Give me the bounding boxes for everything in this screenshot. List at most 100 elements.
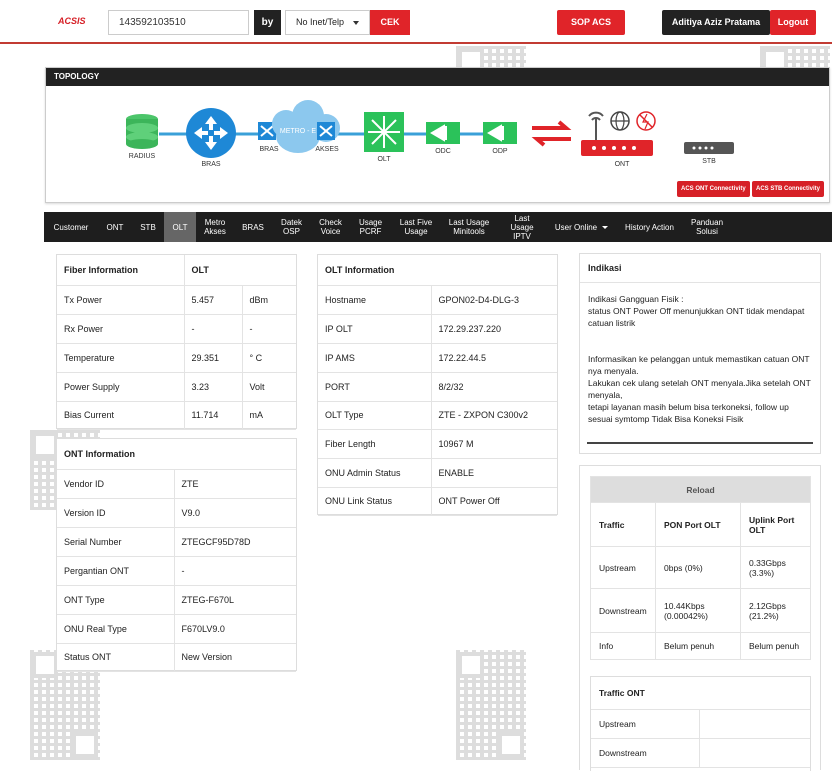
cell: Downstream — [590, 588, 656, 633]
cell: 0.33Gbps (3.3%) — [740, 546, 811, 589]
cell: 10.44Kbps (0.00042%) — [655, 588, 741, 633]
tab-check-voice[interactable]: Check Voice — [311, 212, 350, 242]
cell: PORT — [318, 372, 431, 402]
table-row: IP OLT 172.29.237.220 — [318, 314, 557, 344]
tab-label: BRAS — [242, 222, 264, 232]
search-input[interactable] — [108, 10, 249, 35]
indikasi-line: Lakukan cek ulang setelah ONT menyala.Ji… — [588, 378, 811, 400]
table-row: IP AMS 172.22.44.5 — [318, 343, 557, 373]
tab-label: OLT — [172, 222, 188, 232]
ont-connectivity-button[interactable]: ACS ONT Connectivity — [677, 181, 750, 197]
topology-svg — [126, 100, 734, 158]
tab-customer[interactable]: Customer — [44, 212, 98, 242]
header-cell: Traffic — [590, 502, 656, 547]
divider — [587, 442, 813, 444]
cell: Rx Power — [57, 314, 184, 344]
tab-label: Customer — [53, 222, 89, 232]
cell: 172.22.44.5 — [430, 343, 557, 373]
table-row: Status ONT New Version — [57, 643, 296, 672]
search-type-select[interactable]: No Inet/Telp — [285, 10, 370, 35]
header-cell: OLT — [183, 255, 296, 286]
cell: Temperature — [57, 343, 184, 373]
tab-olt[interactable]: OLT — [164, 212, 196, 242]
tab-datek-osp[interactable]: Datek OSP — [272, 212, 311, 242]
tab-label: Last Five Usage — [399, 218, 433, 236]
cell: New Version — [173, 643, 296, 672]
cell: ONU Link Status — [318, 487, 431, 516]
header-cell: Traffic ONT — [591, 677, 810, 710]
cell: F670LV9.0 — [173, 614, 296, 644]
indikasi-line — [588, 329, 812, 341]
header-cell: ONT Information — [57, 439, 296, 470]
top-bar: ACSIS by No Inet/Telp CEK SOP ACS Aditiy… — [0, 0, 832, 44]
tab-last-five-usage[interactable]: Last Five Usage — [391, 212, 441, 242]
cell: ONT Power Off — [430, 487, 557, 516]
cell: ZTEGCF95D78D — [173, 527, 296, 557]
tab-bras[interactable]: BRAS — [234, 212, 272, 242]
cell: ONT Type — [57, 585, 174, 615]
tab-ont[interactable]: ONT — [98, 212, 132, 242]
tab-metro-akses[interactable]: Metro Akses — [196, 212, 234, 242]
logout-button[interactable]: Logout — [770, 10, 816, 35]
table-row: Upstream — [591, 708, 810, 739]
table-header: Fiber Information OLT — [57, 255, 296, 286]
cell: Hostname — [318, 285, 431, 315]
cell: Downstream — [591, 737, 700, 768]
tab-stb[interactable]: STB — [132, 212, 164, 242]
indikasi-line: Indikasi Gangguan Fisik : — [588, 294, 684, 304]
table-row: Vendor ID ZTE — [57, 469, 296, 499]
tab-label: Check Voice — [319, 218, 342, 236]
cell: 2.12Gbps (21.2%) — [740, 588, 811, 633]
indikasi-line: status ONT Power Off menunjukkan ONT tid… — [588, 306, 805, 328]
table-row: Rx Power - - — [57, 314, 296, 344]
tab-last-usage-minitools[interactable]: Last Usage Minitools — [441, 212, 497, 242]
reload-button[interactable]: Reload — [590, 476, 811, 503]
chevron-down-icon — [353, 21, 359, 25]
cell: Belum penuh — [740, 632, 811, 660]
database-icon — [126, 114, 158, 149]
cell: - — [173, 556, 296, 586]
table-header: ONT Information — [57, 439, 296, 470]
cell: OLT Type — [318, 401, 431, 430]
app-logo[interactable]: ACSIS — [58, 16, 86, 26]
odp-icon — [483, 122, 517, 144]
node-label-stb: STB — [702, 158, 716, 165]
tab-history-action[interactable]: History Action — [616, 212, 683, 242]
tab-user-online[interactable]: User Online — [547, 212, 616, 242]
cell — [698, 737, 810, 768]
cell: ZTE — [173, 469, 296, 499]
table-row: Upstream 0bps (0%) 0.33Gbps (3.3%) — [590, 546, 811, 589]
cell: 172.29.237.220 — [430, 314, 557, 344]
indikasi-line: Informasikan ke pelanggan untuk memastik… — [588, 354, 810, 376]
table-header: OLT Information — [318, 255, 557, 286]
cell: - — [183, 314, 242, 344]
topology-title: TOPOLOGY — [46, 68, 829, 86]
header-cell: Fiber Information — [57, 255, 184, 286]
stb-connectivity-button[interactable]: ACS STB Connectivity — [752, 181, 825, 197]
tab-usage-pcrf[interactable]: Usage PCRF — [350, 212, 391, 242]
cell: Fiber Length — [318, 429, 431, 459]
cell: - — [241, 314, 296, 344]
user-name: Aditiya Aziz Pratama — [662, 10, 770, 35]
cell: Belum penuh — [655, 632, 741, 660]
node-label-ont: ONT — [614, 161, 630, 168]
olt-info-panel: OLT Information Hostname GPON02-D4-DLG-3 … — [317, 254, 558, 516]
tab-panduan-solusi[interactable]: Panduan Solusi — [683, 212, 731, 242]
table-row: Info Belum penuh Belum penuh — [590, 632, 811, 660]
by-label: by — [254, 10, 281, 35]
traffic-ont-table: Traffic ONT Upstream Downstream — [591, 677, 810, 768]
tab-last-usage-iptv[interactable]: Last Usage IPTV — [497, 212, 547, 242]
sop-acs-button[interactable]: SOP ACS — [557, 10, 625, 35]
cek-button[interactable]: CEK — [370, 10, 410, 35]
cell: V9.0 — [173, 498, 296, 528]
topology-diagram: RADIUS BRAS BRAS METRO - E AKSES OLT ODC… — [46, 86, 831, 197]
traffic-table: Reload Traffic PON Port OLT Uplink Port … — [590, 476, 811, 660]
tab-label: User Online — [554, 222, 598, 232]
table-row: Fiber Length 10967 M — [318, 429, 557, 459]
table-row: ONU Real Type F670LV9.0 — [57, 614, 296, 644]
caret-down-icon — [602, 225, 609, 229]
cell: Pergantian ONT — [57, 556, 174, 586]
cell: ONU Admin Status — [318, 458, 431, 488]
cell: Vendor ID — [57, 469, 174, 499]
header-cell: PON Port OLT — [655, 502, 741, 547]
